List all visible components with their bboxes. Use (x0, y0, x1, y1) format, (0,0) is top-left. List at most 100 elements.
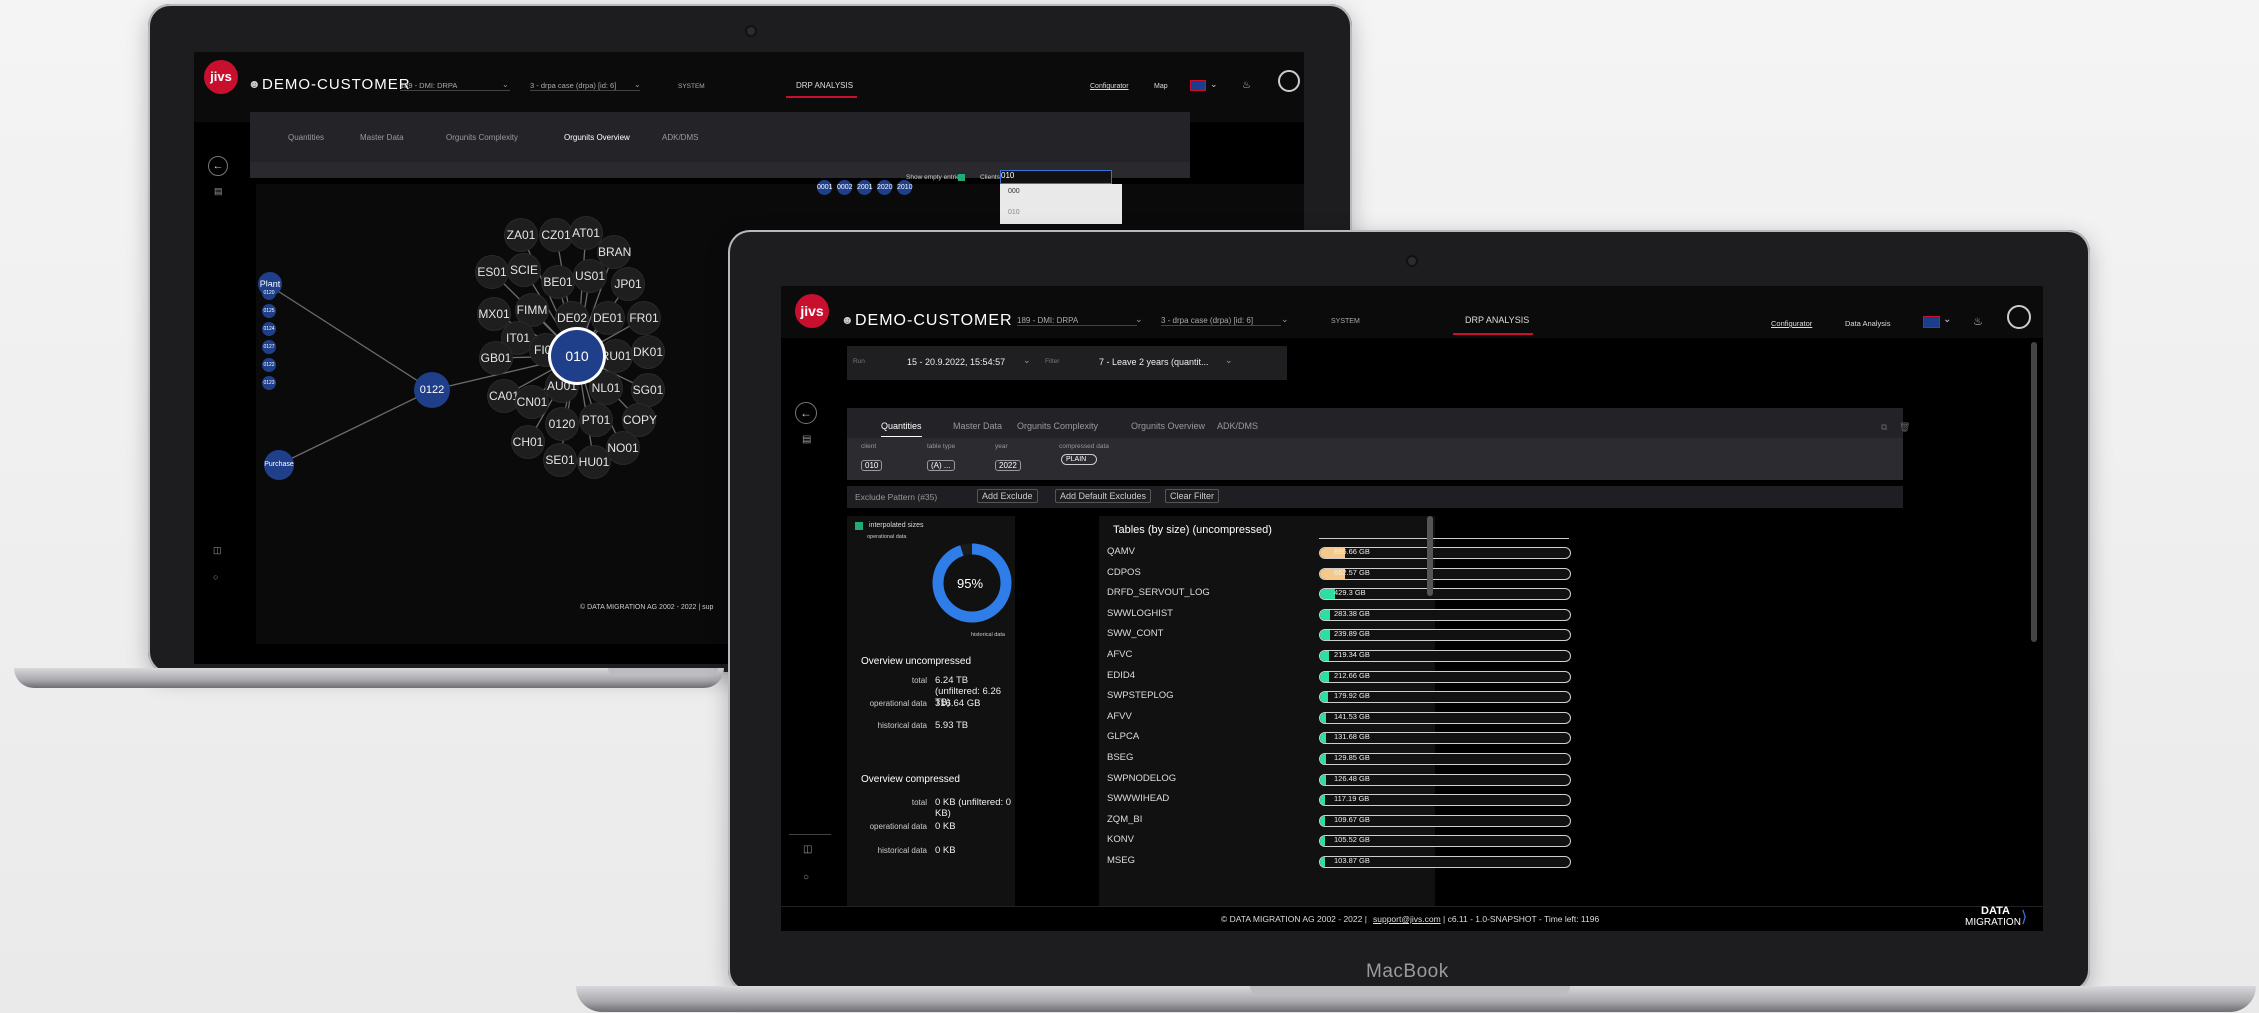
network-node[interactable]: MX01 (478, 298, 510, 330)
network-node[interactable]: US01 (574, 260, 606, 292)
back-arrow-icon[interactable]: ← (208, 156, 228, 176)
list-icon[interactable]: ▤ (802, 434, 811, 445)
tab-quantities[interactable]: Quantities (881, 421, 922, 437)
case-select[interactable]: 3 - drpa case (drpa) [id: 6] (530, 81, 640, 91)
network-node[interactable]: BE01 (542, 266, 574, 298)
add-default-excludes-button[interactable]: Add Default Excludes (1055, 489, 1152, 503)
tab-quantities[interactable]: Quantities (288, 133, 324, 142)
network-node[interactable]: JP01 (612, 268, 644, 300)
map-link[interactable]: Map (1154, 83, 1168, 90)
exclude-pattern-input[interactable]: Exclude Pattern (#35) (855, 492, 937, 502)
network-node[interactable]: PT01 (580, 404, 612, 436)
size-bar[interactable]: 129.85 GB (1319, 753, 1571, 765)
system-nav[interactable]: SYSTEM (678, 83, 705, 90)
system-nav[interactable]: SYSTEM (1331, 318, 1360, 325)
tab-orgunits-complexity[interactable]: Orgunits Complexity (446, 133, 518, 142)
network-hub-node[interactable]: 0122 (414, 372, 450, 408)
size-bar[interactable]: 131.68 GB (1319, 732, 1571, 745)
network-node[interactable]: SE01 (544, 444, 576, 476)
network-node[interactable]: 2010 (897, 180, 913, 195)
network-node[interactable]: CA01 (488, 380, 520, 412)
compressed-toggle[interactable]: PLAIN (1061, 454, 1098, 465)
tab-orgunits-overview[interactable]: Orgunits Overview (1131, 421, 1205, 431)
chevron-down-icon[interactable]: ⌄ (1943, 314, 1951, 325)
network-node[interactable]: DK01 (632, 336, 664, 368)
copy-icon[interactable]: ⧉ (1881, 422, 1887, 433)
plant-item[interactable]: 0125 (262, 304, 276, 318)
trash-icon[interactable]: 🗑 (1899, 422, 1910, 433)
tab-adk-dms[interactable]: ADK/DMS (1217, 421, 1258, 431)
filter-select[interactable]: 7 - Leave 2 years (quantit... (1099, 357, 1209, 367)
network-node[interactable]: DE02 (556, 302, 588, 334)
globe-icon[interactable]: ○ (213, 572, 218, 582)
network-node[interactable]: GB01 (480, 342, 512, 374)
network-node[interactable]: RU01 (600, 340, 632, 372)
purchase-node[interactable]: Purchase (264, 450, 294, 480)
size-bar[interactable]: 219.34 GB (1319, 650, 1571, 662)
year-chip[interactable]: 2022 (995, 460, 1021, 471)
plant-item[interactable]: 0120 (262, 286, 276, 300)
size-bar[interactable]: 429.3 GB (1319, 588, 1571, 601)
table-type-chip[interactable]: (A) ... (927, 460, 955, 471)
book-icon[interactable]: ◫ (803, 844, 812, 855)
tab-orgunits-overview[interactable]: Orgunits Overview (564, 133, 630, 142)
tab-master-data[interactable]: Master Data (953, 421, 1002, 431)
size-bar[interactable]: 212.66 GB (1319, 670, 1571, 683)
footer-support-link[interactable]: support@jivs.com (1373, 914, 1441, 924)
network-node[interactable]: ZA01 (505, 219, 537, 251)
bell-icon[interactable]: ♨ (1973, 315, 1983, 328)
book-icon[interactable]: ◫ (213, 545, 222, 556)
network-node[interactable]: 0001 (817, 180, 833, 195)
configurator-link[interactable]: Configurator (1090, 83, 1129, 90)
network-node[interactable]: SG01 (632, 374, 664, 406)
network-node[interactable]: FR01 (628, 302, 660, 334)
tab-master-data[interactable]: Master Data (360, 133, 404, 142)
size-bar[interactable]: 103.87 GB (1319, 856, 1571, 868)
network-node[interactable]: NO01 (607, 432, 639, 464)
network-node[interactable]: HU01 (578, 446, 610, 478)
plant-item[interactable]: 0124 (262, 322, 276, 336)
network-node[interactable]: 0120 (546, 408, 578, 440)
client-filter-chip[interactable]: 010 (861, 455, 883, 473)
page-scrollbar[interactable] (2031, 342, 2037, 642)
add-exclude-button[interactable]: Add Exclude (977, 489, 1038, 503)
network-node[interactable]: DE01 (592, 302, 624, 334)
network-node[interactable]: 2020 (877, 180, 893, 195)
tab-orgunits-complexity[interactable]: Orgunits Complexity (1017, 421, 1098, 431)
size-bar[interactable]: 179.92 GB (1319, 691, 1571, 704)
network-node[interactable]: COPY (623, 404, 657, 436)
network-node[interactable]: CN01 (516, 386, 548, 418)
size-bar[interactable]: 695.66 GB (1319, 547, 1571, 559)
plant-item[interactable]: 0122 (262, 358, 276, 372)
size-bar[interactable]: 141.53 GB (1319, 711, 1571, 724)
size-bar[interactable]: 662.57 GB (1319, 567, 1571, 580)
network-node[interactable]: ES01 (476, 256, 508, 288)
system-select[interactable]: 189 - DMI: DRPA (400, 81, 510, 91)
network-node[interactable]: CZ01 (540, 219, 572, 251)
back-arrow-icon[interactable]: ← (795, 402, 817, 424)
flag-icon[interactable] (1923, 316, 1940, 328)
size-bar[interactable]: 283.38 GB (1319, 608, 1571, 621)
clients-select[interactable]: 010 (1000, 170, 1112, 184)
network-node[interactable]: 0002 (837, 180, 853, 195)
system-select[interactable]: 189 - DMI: DRPA (1017, 316, 1137, 326)
network-node[interactable]: BRAN (598, 236, 631, 268)
drp-analysis-nav[interactable]: DRP ANALYSIS (786, 81, 858, 98)
tables-scrollbar[interactable] (1427, 516, 1433, 596)
size-bar[interactable]: 239.89 GB (1319, 629, 1571, 642)
clear-filter-button[interactable]: Clear Filter (1165, 489, 1220, 503)
network-node[interactable]: NL01 (590, 372, 622, 404)
drp-analysis-nav[interactable]: DRP ANALYSIS (1453, 315, 1534, 335)
year-filter-chip[interactable]: 2022 (995, 455, 1021, 473)
network-center-node[interactable]: 010 (551, 330, 603, 382)
jivs-logo[interactable]: jivs (204, 60, 238, 94)
client-chip[interactable]: 010 (861, 460, 883, 471)
account-icon[interactable] (1278, 70, 1300, 92)
network-node[interactable]: 2001 (857, 180, 873, 195)
show-empty-checkbox[interactable] (958, 174, 965, 181)
interpolated-checkbox[interactable] (855, 522, 863, 530)
jivs-logo[interactable]: jivs (795, 294, 829, 328)
network-node[interactable]: FIMM (516, 294, 548, 326)
configurator-link[interactable]: Configurator (1771, 319, 1812, 328)
flag-icon[interactable] (1190, 80, 1206, 91)
